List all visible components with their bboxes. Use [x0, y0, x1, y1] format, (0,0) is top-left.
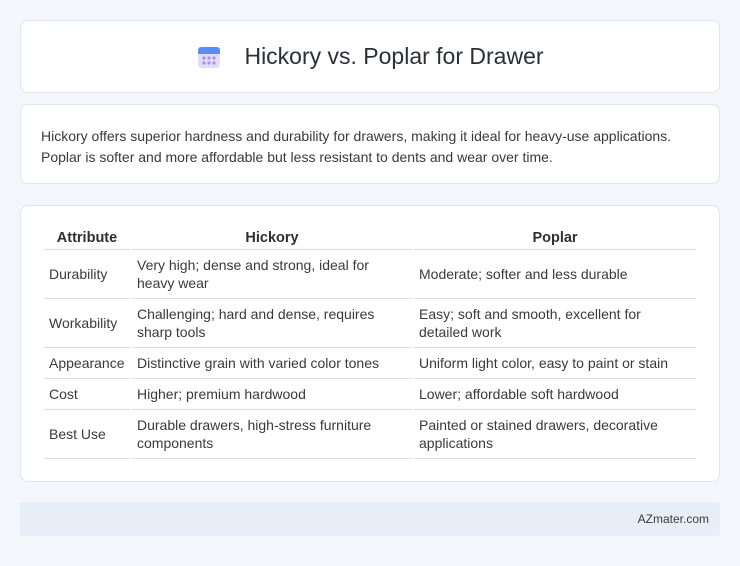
table-row: Best Use Durable drawers, high-stress fu… — [44, 410, 696, 459]
column-header-attribute: Attribute — [44, 226, 130, 250]
column-header-poplar: Poplar — [414, 226, 696, 250]
comparison-table: Attribute Hickory Poplar Durability Very… — [42, 226, 698, 459]
table-row: Workability Challenging; hard and dense,… — [44, 299, 696, 348]
title-card: Hickory vs. Poplar for Drawer — [20, 20, 720, 93]
summary-card: Hickory offers superior hardness and dur… — [20, 104, 720, 184]
poplar-cell: Moderate; softer and less durable — [414, 250, 696, 299]
table-row: Durability Very high; dense and strong, … — [44, 250, 696, 299]
poplar-cell: Lower; affordable soft hardwood — [414, 379, 696, 410]
column-header-hickory: Hickory — [132, 226, 412, 250]
hickory-cell: Higher; premium hardwood — [132, 379, 412, 410]
attribute-cell: Cost — [44, 379, 130, 410]
poplar-cell: Uniform light color, easy to paint or st… — [414, 348, 696, 379]
poplar-cell: Easy; soft and smooth, excellent for det… — [414, 299, 696, 348]
table-row: Cost Higher; premium hardwood Lower; aff… — [44, 379, 696, 410]
table-row: Appearance Distinctive grain with varied… — [44, 348, 696, 379]
summary-text: Hickory offers superior hardness and dur… — [41, 128, 672, 165]
attribute-cell: Best Use — [44, 410, 130, 459]
hickory-cell: Durable drawers, high-stress furniture c… — [132, 410, 412, 459]
hickory-cell: Distinctive grain with varied color tone… — [132, 348, 412, 379]
attribute-cell: Workability — [44, 299, 130, 348]
poplar-cell: Painted or stained drawers, decorative a… — [414, 410, 696, 459]
footer-brand: AZmater.com — [637, 512, 709, 526]
attribute-cell: Appearance — [44, 348, 130, 379]
table-header-row: Attribute Hickory Poplar — [44, 226, 696, 250]
page-title: Hickory vs. Poplar for Drawer — [244, 43, 544, 69]
comparison-card: Attribute Hickory Poplar Durability Very… — [20, 205, 720, 482]
calendar-icon — [196, 44, 222, 70]
hickory-cell: Very high; dense and strong, ideal for h… — [132, 250, 412, 299]
attribute-cell: Durability — [44, 250, 130, 299]
hickory-cell: Challenging; hard and dense, requires sh… — [132, 299, 412, 348]
footer: AZmater.com — [20, 502, 720, 536]
